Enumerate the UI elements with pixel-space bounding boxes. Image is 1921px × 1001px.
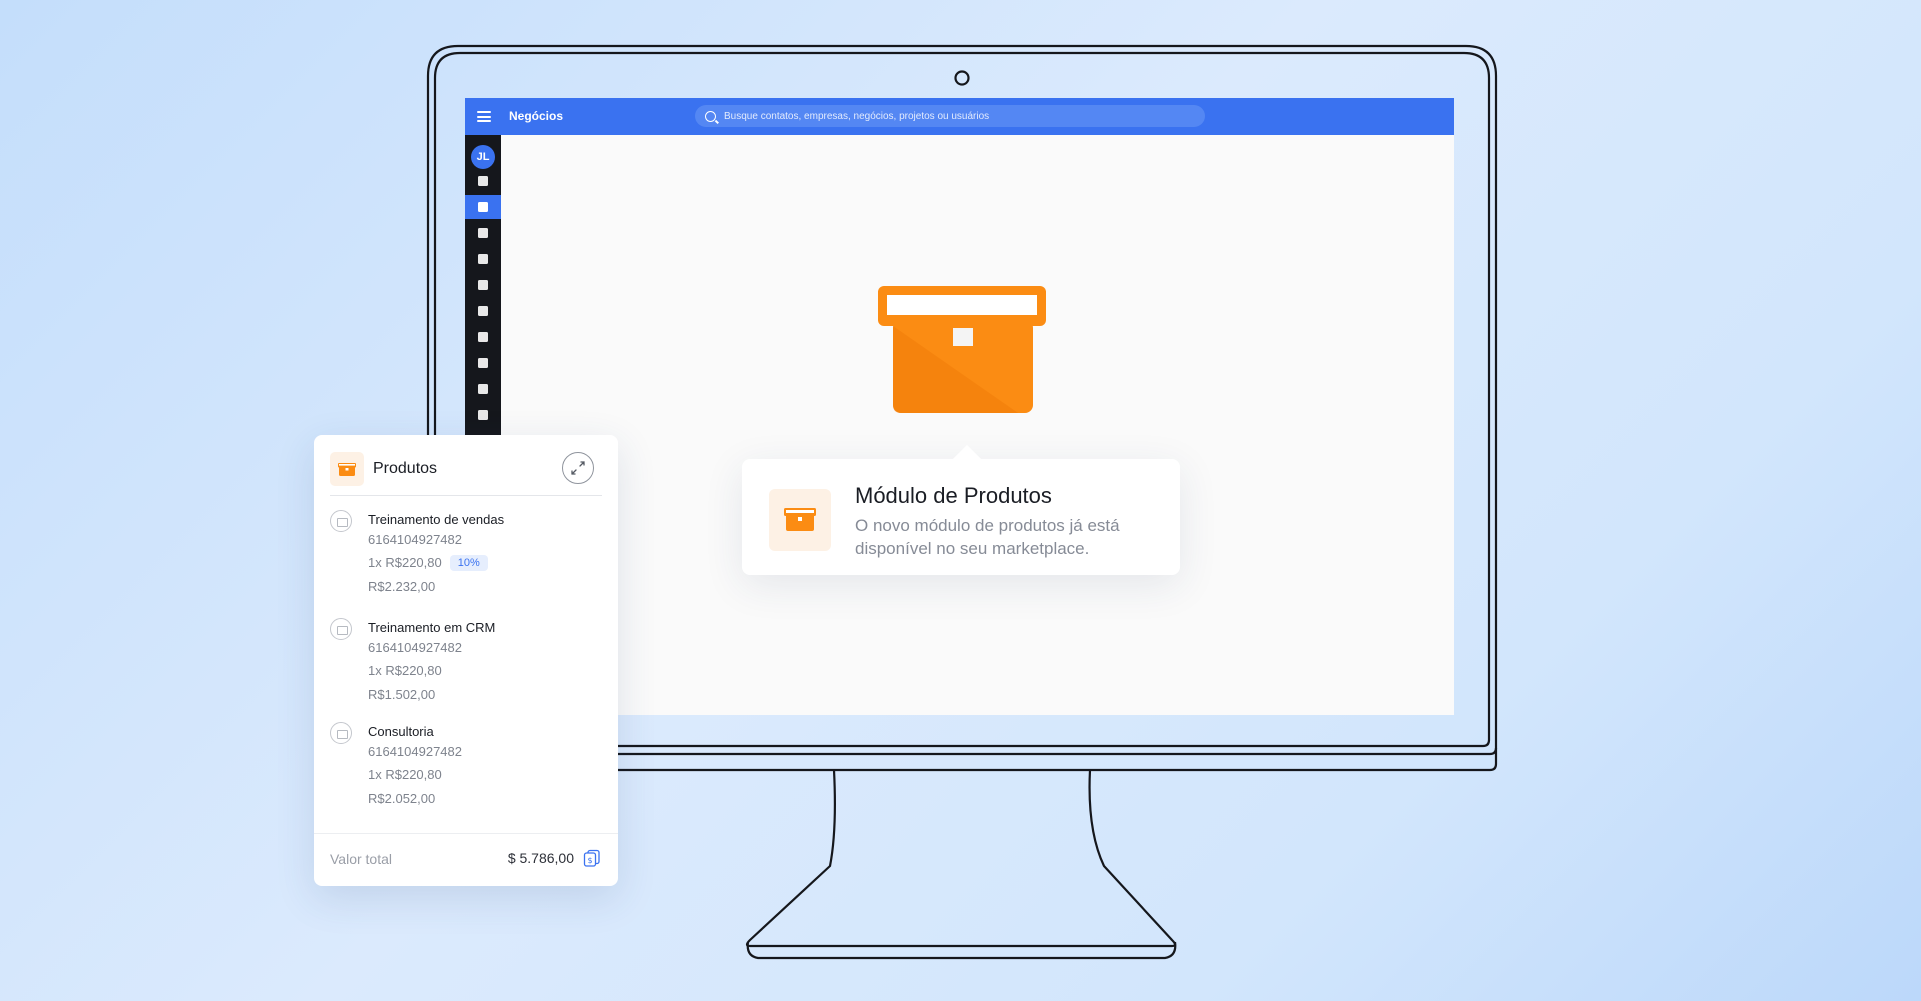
currency-copy-icon[interactable]: $ [583,849,601,867]
product-name: Treinamento em CRM [368,620,496,635]
product-total: R$2.052,00 [368,791,436,806]
mail-icon[interactable] [465,221,501,245]
footer-divider [314,833,618,834]
total-value: $ 5.786,00 [507,850,574,866]
total-label: Valor total [330,851,392,867]
card-title: Produtos [373,460,438,477]
product-box-icon [878,286,1046,413]
box-icon [330,452,364,486]
product-total: R$1.502,00 [368,687,436,702]
popover-text: O novo módulo de produtos já está dispon… [855,516,1120,558]
popover-title: Módulo de Produtos [855,483,1052,508]
product-code: 6164104927482 [368,532,462,547]
product-name: Treinamento de vendas [368,512,505,527]
search-icon [705,110,716,122]
qty-price-text: 1x R$220,80 [368,555,442,570]
document-icon[interactable] [465,403,501,427]
product-qty-price: 1x R$220,80 [368,663,442,678]
product-name: Consultoria [368,724,434,739]
kanban-icon[interactable] [465,273,501,297]
video-icon[interactable] [465,377,501,401]
expand-button[interactable] [562,452,594,484]
briefcase-icon[interactable] [465,195,501,219]
product-image-icon [330,722,352,744]
hamburger-menu-icon[interactable] [477,111,491,122]
module-announcement-popover: Módulo de Produtos O novo módulo de prod… [742,459,1180,575]
chart-icon[interactable] [465,299,501,323]
product-total: R$2.232,00 [368,579,436,594]
discount-badge: 10% [449,555,488,571]
building-icon[interactable] [465,351,501,375]
product-qty-price: 1x R$220,80 10% [368,555,488,571]
expand-icon [571,461,585,475]
svg-text:$: $ [587,856,592,865]
product-code: 6164104927482 [368,744,462,759]
product-code: 6164104927482 [368,640,462,655]
card-header: Produtos [314,435,618,495]
avatar[interactable]: JL [471,145,495,169]
products-card: Produtos Treinamento de vendas 616410492… [314,435,618,886]
box-icon [769,489,831,551]
divider [330,495,602,496]
search-bar[interactable] [695,105,1205,127]
contact-icon[interactable] [465,325,501,349]
search-input[interactable] [722,109,1186,123]
top-bar: Negócios [465,98,1454,135]
product-image-icon [330,510,352,532]
product-image-icon [330,618,352,640]
dashboard-icon[interactable] [465,169,501,193]
clipboard-icon[interactable] [465,247,501,271]
app-title: Negócios [509,109,564,123]
product-qty-price: 1x R$220,80 [368,767,442,782]
